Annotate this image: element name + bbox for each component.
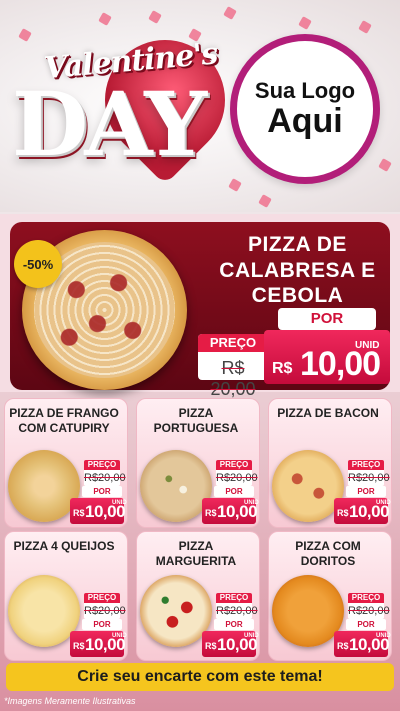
preco-label: PREÇO: [216, 593, 252, 603]
old-price: R$20,00: [348, 472, 390, 484]
currency: R$: [205, 508, 217, 518]
old-price: R$20,00: [84, 605, 126, 617]
title-day: DAY: [12, 72, 207, 176]
confetti-decoration: [358, 20, 372, 34]
por-label: POR: [346, 486, 386, 497]
featured-preco-label: PREÇO: [198, 334, 268, 352]
preco-label: PREÇO: [84, 593, 120, 603]
por-label: POR: [82, 619, 122, 630]
confetti-decoration: [298, 16, 312, 30]
logo-text-line1: Sua Logo: [254, 77, 356, 103]
old-price: R$20,00: [216, 605, 258, 617]
featured-currency: R$: [272, 360, 293, 377]
currency: R$: [337, 641, 349, 651]
product-name: PIZZA PORTUGUESA: [153, 406, 239, 435]
header: Valentine's DAY Sua Logo Aqui: [0, 0, 400, 212]
confetti-decoration: [228, 178, 242, 192]
confetti-decoration: [18, 28, 32, 42]
old-price: R$20,00: [216, 472, 258, 484]
featured-new-price: 10,00: [300, 345, 381, 383]
cta-banner[interactable]: Crie seu encarte com este tema!: [6, 663, 394, 691]
confetti-decoration: [223, 6, 237, 20]
por-label: POR: [214, 486, 254, 497]
featured-product-name: PIZZA DE CALABRESA E CEBOLA: [219, 233, 376, 308]
confetti-decoration: [258, 194, 272, 208]
confetti-decoration: [98, 12, 112, 26]
preco-label: PREÇO: [216, 460, 252, 470]
por-label: POR: [346, 619, 386, 630]
confetti-decoration: [378, 158, 392, 172]
currency: R$: [73, 508, 85, 518]
old-price: R$20,00: [348, 605, 390, 617]
new-price: 10,00: [217, 502, 258, 521]
preco-label: PREÇO: [348, 593, 384, 603]
product-name: PIZZA DE BACON: [277, 406, 379, 420]
preco-label: PREÇO: [84, 460, 120, 470]
discount-badge: -50%: [14, 240, 62, 288]
currency: R$: [337, 508, 349, 518]
preco-label: PREÇO: [348, 460, 384, 470]
logo-text-line2: Aqui: [267, 101, 343, 140]
old-price: R$20,00: [84, 472, 126, 484]
new-price: 10,00: [217, 635, 258, 654]
new-price: 10,00: [85, 635, 126, 654]
product-name: PIZZA COM DORITOS: [295, 539, 361, 568]
currency: R$: [73, 641, 85, 651]
product-name: PIZZA DE FRANGO COM CATUPIRY: [9, 406, 119, 435]
confetti-decoration: [148, 10, 162, 24]
logo-placeholder: Sua Logo Aqui: [230, 34, 380, 184]
por-label: POR: [214, 619, 254, 630]
product-name: PIZZA 4 QUEIJOS: [13, 539, 115, 553]
featured-old-price: R$ 20,00: [210, 358, 256, 399]
product-name: PIZZA MARGUERITA: [155, 539, 237, 568]
por-label: POR: [82, 486, 122, 497]
featured-por-label: POR: [278, 308, 376, 330]
new-price: 10,00: [85, 502, 126, 521]
currency: R$: [205, 641, 217, 651]
new-price: 10,00: [349, 502, 390, 521]
new-price: 10,00: [349, 635, 390, 654]
disclaimer-text: *Imagens Meramente Ilustrativas: [4, 696, 136, 706]
